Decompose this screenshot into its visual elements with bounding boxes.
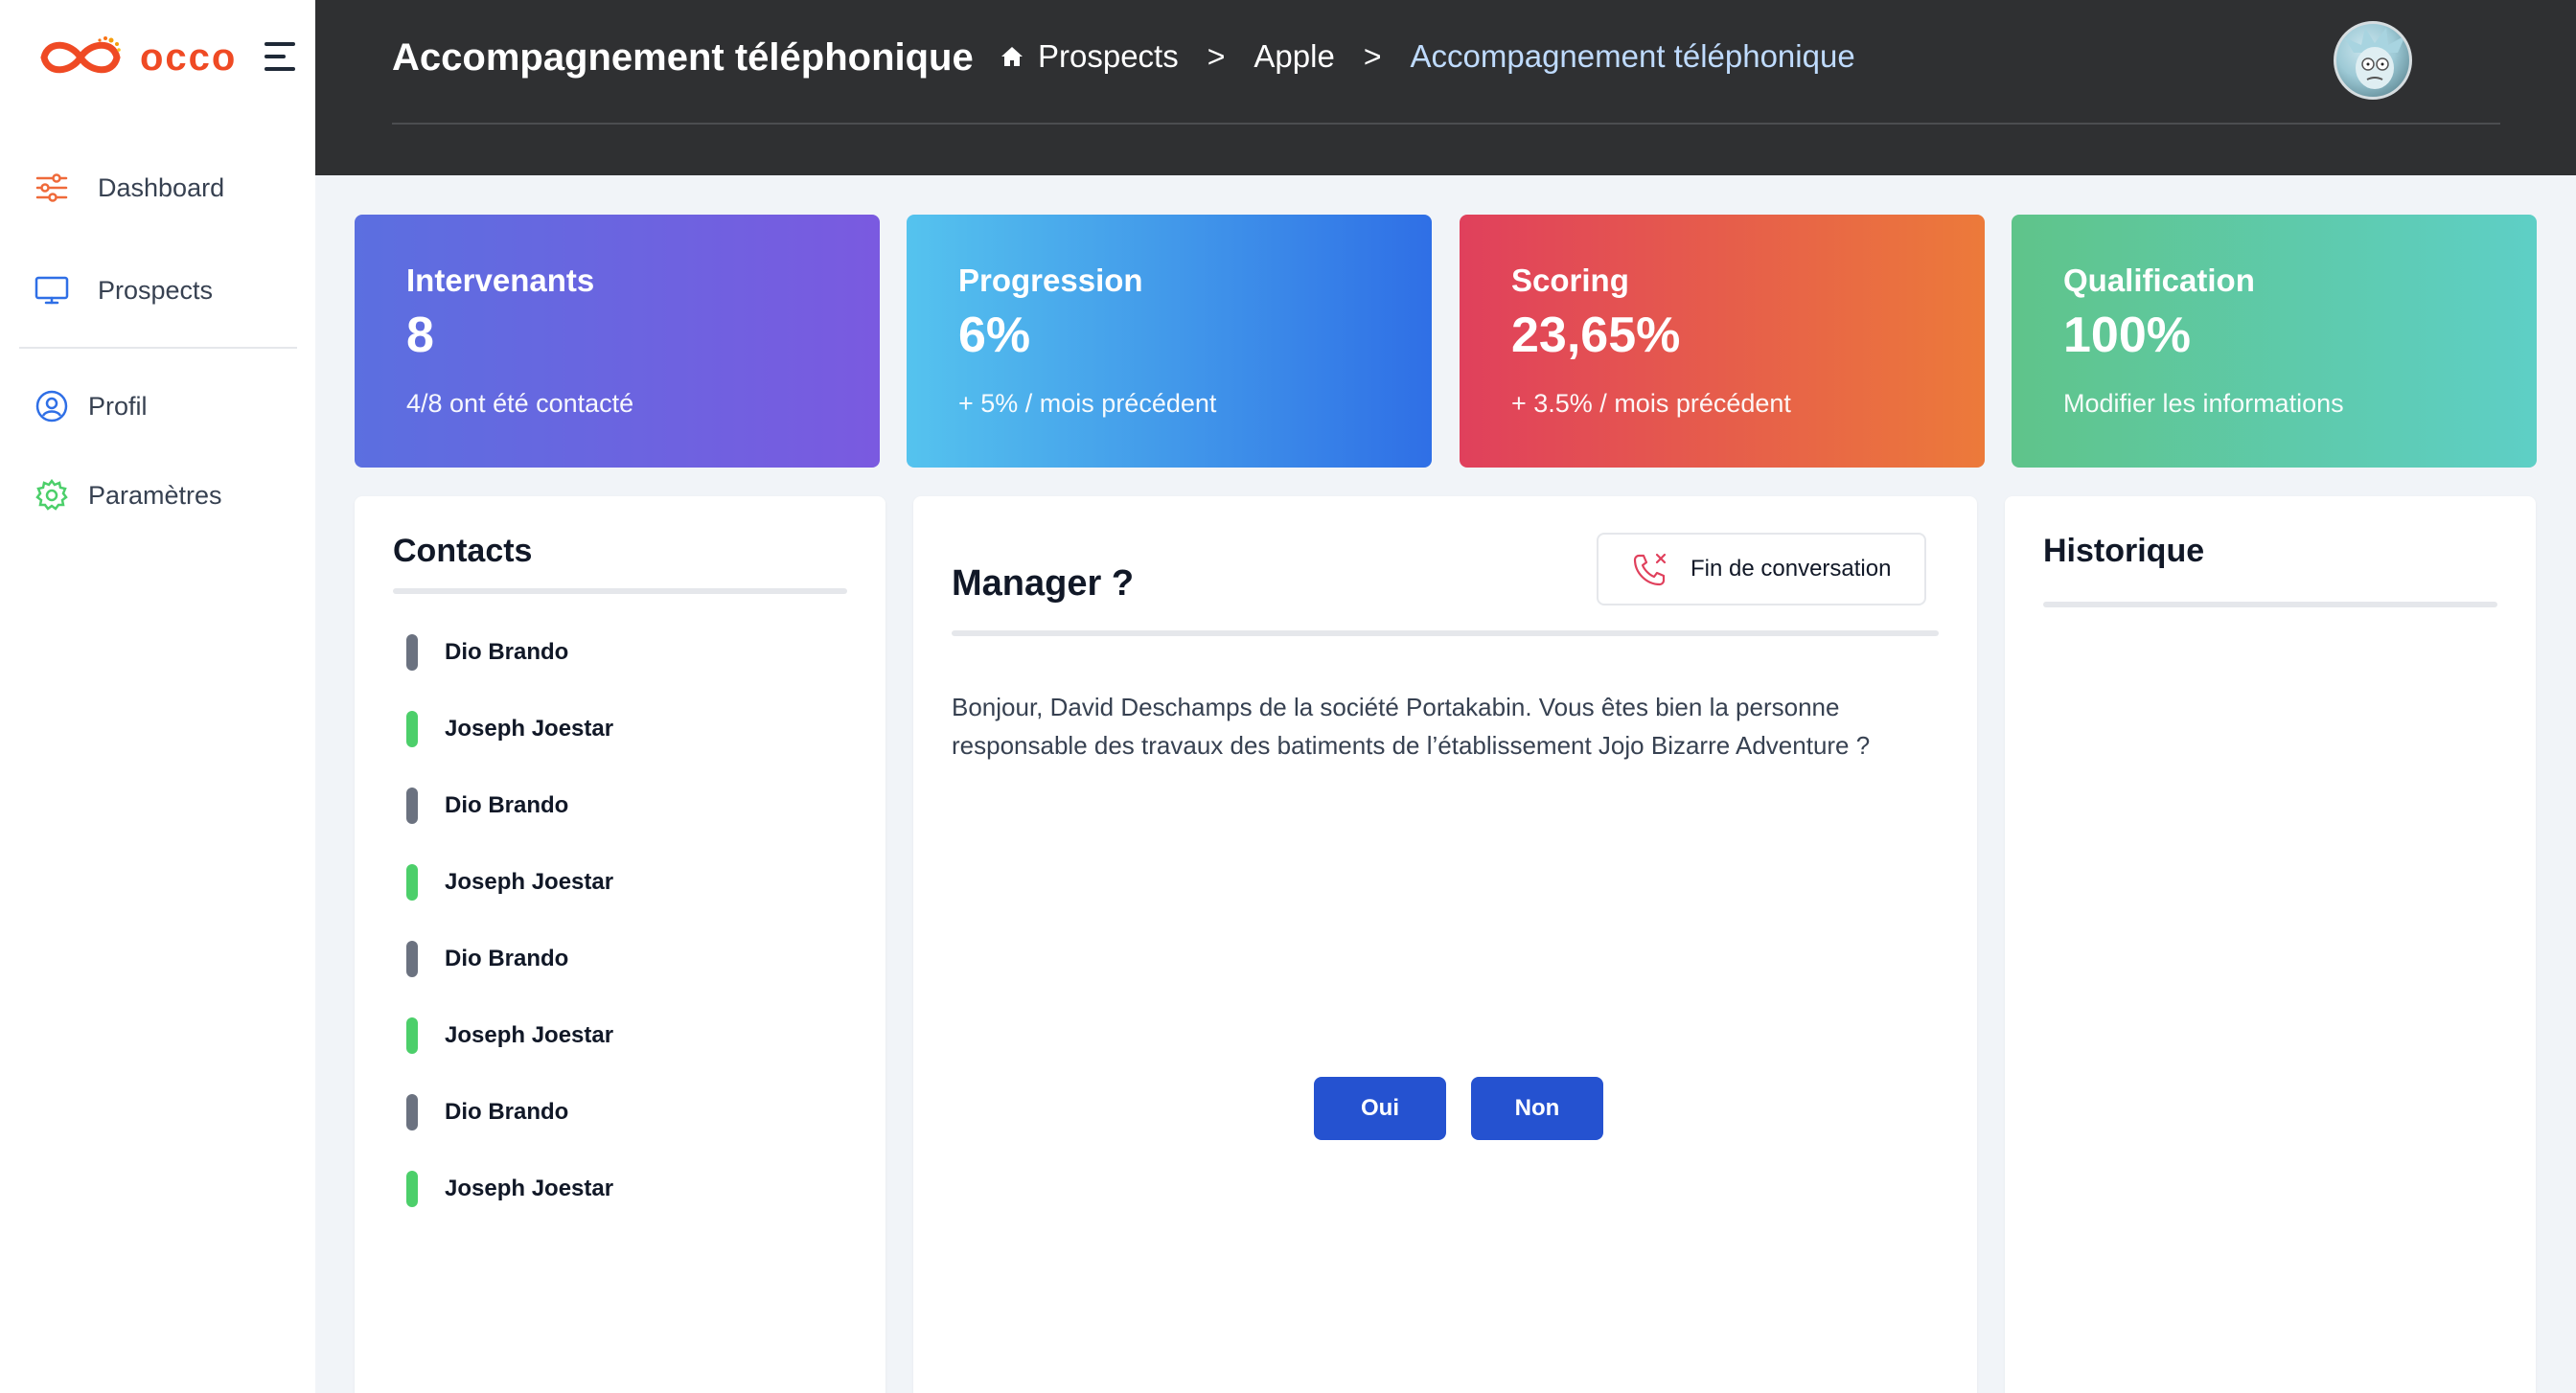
stat-title: Qualification <box>2063 263 2255 298</box>
infinity-logo-icon <box>40 36 121 74</box>
stat-value: 8 <box>406 308 434 363</box>
stat-title: Scoring <box>1511 263 1629 298</box>
sidebar-item-parametres[interactable]: Paramètres <box>34 470 222 520</box>
page-title: Accompagnement téléphonique <box>392 36 974 79</box>
contact-item[interactable]: Joseph Joestar <box>406 1016 613 1055</box>
contact-item[interactable]: Dio Brando <box>406 940 568 978</box>
stat-subtext: + 3.5% / mois précédent <box>1511 389 1791 418</box>
status-indicator <box>406 711 418 747</box>
status-indicator <box>406 941 418 977</box>
sidebar-item-profil[interactable]: Profil <box>34 381 148 431</box>
end-conversation-button[interactable]: Fin de conversation <box>1597 533 1926 605</box>
no-button[interactable]: Non <box>1471 1077 1603 1140</box>
contact-item[interactable]: Dio Brando <box>406 787 568 825</box>
menu-toggle-icon[interactable] <box>264 42 295 71</box>
history-panel: Historique <box>2005 496 2536 1393</box>
contacts-title: Contacts <box>393 533 533 569</box>
contact-item[interactable]: Joseph Joestar <box>406 710 613 748</box>
contact-name: Dio Brando <box>445 792 569 818</box>
sidebar-item-label: Prospects <box>98 275 214 305</box>
sidebar: occo Dashboard Prospects Profil Paramètr… <box>0 0 315 1393</box>
contact-item[interactable]: Dio Brando <box>406 633 568 672</box>
status-indicator <box>406 1017 418 1054</box>
conversation-panel: Manager ? Fin de conversation Bonjour, D… <box>913 496 1977 1393</box>
contact-name: Dio Brando <box>445 639 569 665</box>
question-divider <box>952 630 1939 636</box>
stat-card-qualification: Qualification 100% Modifier les informat… <box>2012 215 2537 468</box>
user-circle-icon <box>34 389 69 423</box>
avatar[interactable] <box>2334 21 2412 100</box>
contact-name: Joseph Joestar <box>445 869 614 895</box>
yes-button[interactable]: Oui <box>1314 1077 1446 1140</box>
contact-item[interactable]: Dio Brando <box>406 1093 568 1131</box>
status-indicator <box>406 864 418 901</box>
stat-card-progression: Progression 6% + 5% / mois précédent <box>907 215 1432 468</box>
stat-value: 6% <box>958 308 1031 363</box>
breadcrumb-prospects[interactable]: Prospects <box>1038 38 1179 75</box>
status-indicator <box>406 1094 418 1130</box>
status-indicator <box>406 1171 418 1207</box>
brand-name: occo <box>140 35 238 79</box>
contact-name: Joseph Joestar <box>445 1022 614 1048</box>
breadcrumb-separator: > <box>1363 38 1382 74</box>
stat-title: Intervenants <box>406 263 595 298</box>
status-indicator <box>406 788 418 824</box>
sidebar-item-label: Paramètres <box>88 480 222 510</box>
brand: occo <box>34 31 295 84</box>
end-conversation-label: Fin de conversation <box>1690 556 1892 582</box>
contact-item[interactable]: Joseph Joestar <box>406 1170 613 1208</box>
stat-value: 23,65% <box>1511 308 1681 363</box>
contact-name: Joseph Joestar <box>445 716 614 742</box>
gear-icon <box>34 478 69 513</box>
sidebar-item-dashboard[interactable]: Dashboard <box>34 163 224 213</box>
monitor-icon <box>34 273 69 308</box>
stat-card-scoring: Scoring 23,65% + 3.5% / mois précédent <box>1460 215 1985 468</box>
contact-name: Joseph Joestar <box>445 1176 614 1201</box>
breadcrumb: Prospects > Apple > Accompagnement télép… <box>1000 38 1855 75</box>
sidebar-item-label: Dashboard <box>98 172 225 202</box>
avatar-face-icon <box>2344 28 2405 89</box>
sidebar-item-prospects[interactable]: Prospects <box>34 265 213 315</box>
stat-value: 100% <box>2063 308 2191 363</box>
contacts-divider <box>393 588 847 594</box>
history-divider <box>2043 602 2497 607</box>
status-indicator <box>406 634 418 671</box>
contact-item[interactable]: Joseph Joestar <box>406 863 613 902</box>
header-divider <box>392 123 2500 125</box>
stat-card-intervenants: Intervenants 8 4/8 ont été contacté <box>355 215 880 468</box>
contacts-panel: Contacts Dio Brando Joseph Joestar Dio B… <box>355 496 886 1393</box>
stat-subtext: + 5% / mois précédent <box>958 389 1217 418</box>
question-text: Bonjour, David Deschamps de la société P… <box>952 693 1871 760</box>
phone-hangup-icon <box>1633 553 1667 586</box>
history-title: Historique <box>2043 533 2205 569</box>
modify-info-link[interactable]: Modifier les informations <box>2063 389 2344 419</box>
sliders-icon <box>34 171 69 205</box>
home-icon <box>1001 47 1023 66</box>
breadcrumb-separator: > <box>1207 38 1226 74</box>
stat-subtext: 4/8 ont été contacté <box>406 389 634 418</box>
top-header: Accompagnement téléphonique Prospects > … <box>315 0 2576 175</box>
stat-title: Progression <box>958 263 1143 298</box>
sidebar-item-label: Profil <box>88 391 148 421</box>
contact-name: Dio Brando <box>445 946 569 971</box>
breadcrumb-current: Accompagnement téléphonique <box>1410 38 1855 74</box>
question-title: Manager ? <box>952 563 1135 604</box>
sidebar-divider <box>19 347 297 349</box>
breadcrumb-apple[interactable]: Apple <box>1254 38 1334 75</box>
contact-name: Dio Brando <box>445 1099 569 1125</box>
